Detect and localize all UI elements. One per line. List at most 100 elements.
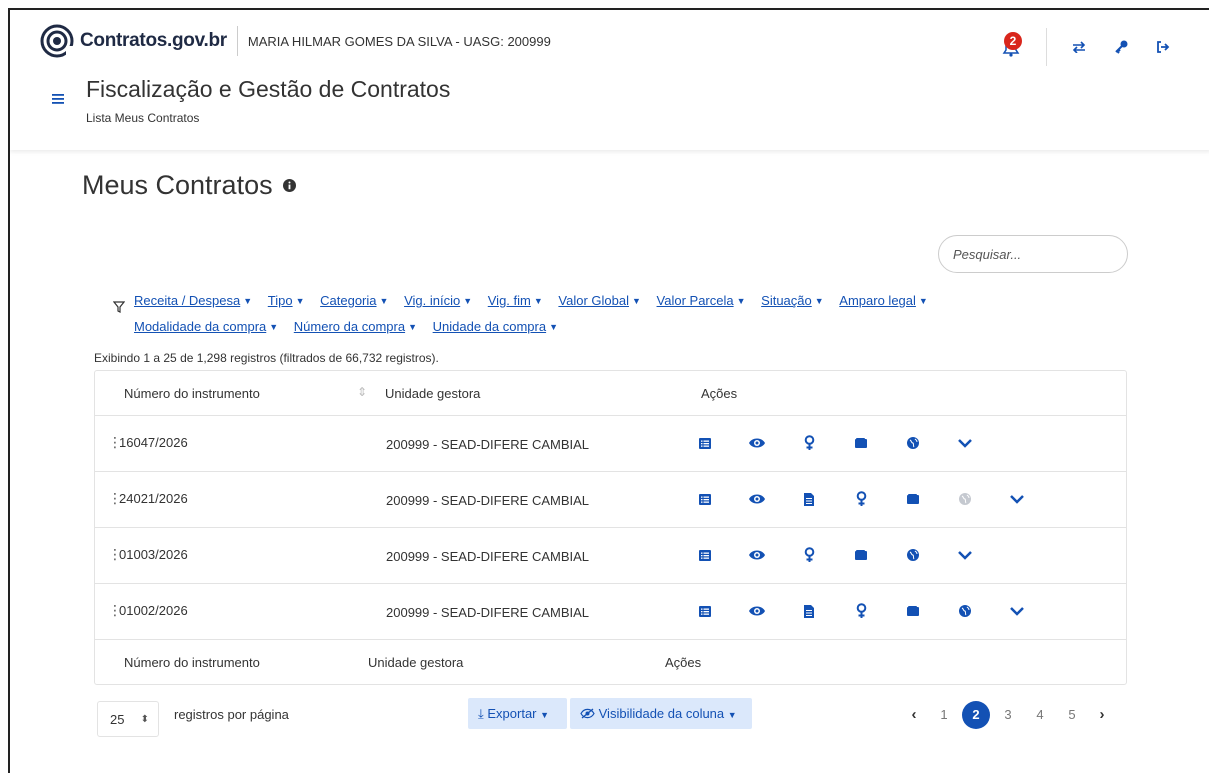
filter-tipo[interactable]: Tipo ▼ <box>268 288 305 314</box>
logo-divider <box>236 26 238 56</box>
per-page-select[interactable]: 25 ⬍ <box>97 701 159 737</box>
filter-situacao[interactable]: Situação ▼ <box>761 288 824 314</box>
list-icon[interactable] <box>696 544 714 566</box>
row-unidade: 200999 - SEAD-DIFERE CAMBIAL <box>386 437 590 452</box>
filter-valor-parcela[interactable]: Valor Parcela ▼ <box>657 288 746 314</box>
menu-toggle-button[interactable] <box>52 88 64 109</box>
filter-numero-compra[interactable]: Número da compra ▼ <box>294 314 417 340</box>
chevron-down-icon[interactable] <box>956 432 974 454</box>
page-link[interactable]: 3 <box>992 701 1024 729</box>
user-info: MARIA HILMAR GOMES DA SILVA - UASG: 2009… <box>247 33 551 49</box>
row-actions <box>696 488 1060 510</box>
app-window: Contratos.gov.br MARIA HILMAR GOMES DA S… <box>8 8 1209 773</box>
row-unidade: 200999 - SEAD-DIFERE CAMBIAL <box>386 549 590 564</box>
key-button[interactable] <box>1113 39 1129 55</box>
chevron-down-icon[interactable] <box>1008 600 1026 622</box>
page-link[interactable]: 1 <box>928 701 960 729</box>
wallet-icon[interactable] <box>852 432 870 454</box>
row-actions <box>696 600 1060 622</box>
female-icon[interactable] <box>800 544 818 566</box>
globe-icon <box>956 488 974 510</box>
globe-icon[interactable] <box>904 432 922 454</box>
section-title-text: Meus Contratos <box>82 170 273 200</box>
key-icon <box>1115 40 1128 54</box>
column-header-unidade[interactable]: Unidade gestora <box>385 386 480 401</box>
section-title: Meus Contratos <box>82 170 296 201</box>
download-icon: ⤓ <box>478 706 484 721</box>
column-visibility-button[interactable]: Visibilidade da coluna ▼ <box>570 698 752 729</box>
filter-icon <box>113 301 125 313</box>
eye-icon[interactable] <box>748 432 766 454</box>
table-row: ⋮ 01002/2026 200999 - SEAD-DIFERE CAMBIA… <box>95 584 1126 640</box>
filter-bar: Receita / Despesa ▼ Tipo ▼ Categoria ▼ Vig.… <box>134 288 1054 340</box>
female-icon[interactable] <box>852 488 870 510</box>
document-icon[interactable] <box>800 600 818 622</box>
list-icon[interactable] <box>696 488 714 510</box>
table-footer: Número do instrumento Unidade gestora Aç… <box>95 640 1126 685</box>
globe-icon[interactable] <box>956 600 974 622</box>
filter-valor-global[interactable]: Valor Global ▼ <box>558 288 641 314</box>
filter-modalidade-compra[interactable]: Modalidade da compra ▼ <box>134 314 278 340</box>
table-row: ⋮ 01003/2026 200999 - SEAD-DIFERE CAMBIA… <box>95 528 1126 584</box>
page-link[interactable]: 4 <box>1024 701 1056 729</box>
info-icon[interactable] <box>282 179 296 192</box>
prev-page-button[interactable]: ‹ <box>900 701 928 729</box>
row-actions <box>696 544 1008 566</box>
eye-icon[interactable] <box>748 488 766 510</box>
table-row: ⋮ 16047/2026 200999 - SEAD-DIFERE CAMBIA… <box>95 416 1126 472</box>
switch-icon <box>1072 41 1086 53</box>
chevron-down-icon[interactable] <box>956 544 974 566</box>
female-icon[interactable] <box>800 432 818 454</box>
list-icon[interactable] <box>696 432 714 454</box>
contracts-table: Número do instrumento ⇕ Unidade gestora … <box>94 370 1127 685</box>
per-page-value: 25 <box>110 712 125 727</box>
filter-unidade-compra[interactable]: Unidade da compra ▼ <box>433 314 558 340</box>
row-unidade: 200999 - SEAD-DIFERE CAMBIAL <box>386 493 590 508</box>
footer-acoes: Ações <box>665 655 702 670</box>
footer-unidade: Unidade gestora <box>368 655 464 670</box>
notification-badge: 2 <box>1004 32 1022 50</box>
wallet-icon[interactable] <box>852 544 870 566</box>
eye-slash-icon <box>580 708 595 719</box>
list-icon[interactable] <box>696 600 714 622</box>
caret-down-icon: ▼ <box>540 710 550 720</box>
filter-amparo-legal[interactable]: Amparo legal ▼ <box>839 288 928 314</box>
filter-receita-despesa[interactable]: Receita / Despesa ▼ <box>134 288 252 314</box>
logo[interactable]: Contratos.gov.br MARIA HILMAR GOMES DA S… <box>40 24 551 58</box>
footer-numero: Número do instrumento <box>124 655 260 670</box>
document-icon[interactable] <box>800 488 818 510</box>
filter-vig-inicio[interactable]: Vig. início ▼ <box>404 288 472 314</box>
row-numero: 16047/2026 <box>119 435 188 450</box>
per-page-label: registros por página <box>174 707 289 722</box>
next-page-button[interactable]: › <box>1088 701 1116 729</box>
switch-button[interactable] <box>1071 39 1087 55</box>
search-input[interactable] <box>938 235 1128 273</box>
header-divider <box>1046 28 1047 66</box>
logo-icon <box>40 24 74 58</box>
column-header-numero[interactable]: Número do instrumento <box>124 386 260 401</box>
chevron-down-icon[interactable] <box>1008 488 1026 510</box>
sort-icon[interactable]: ⇕ <box>357 385 367 399</box>
current-page[interactable]: 2 <box>962 701 990 729</box>
filter-categoria[interactable]: Categoria ▼ <box>320 288 388 314</box>
page-title: Fiscalização e Gestão de Contratos <box>86 76 451 102</box>
column-header-acoes: Ações <box>701 386 738 401</box>
notifications-button[interactable]: 2 <box>1000 32 1024 60</box>
eye-icon[interactable] <box>748 544 766 566</box>
export-button[interactable]: ⤓ Exportar ▼ <box>468 698 567 729</box>
logout-icon <box>1157 41 1170 53</box>
eye-icon[interactable] <box>748 600 766 622</box>
header-actions: 2 <box>1000 28 1171 66</box>
female-icon[interactable] <box>852 600 870 622</box>
logo-text: Contratos.gov.br <box>80 30 227 51</box>
top-header: Contratos.gov.br MARIA HILMAR GOMES DA S… <box>10 10 1209 150</box>
wallet-icon[interactable] <box>904 488 922 510</box>
records-info: Exibindo 1 a 25 de 1,298 registros (filt… <box>94 351 439 365</box>
pagination: ‹ 1 2 3 4 5 › <box>900 701 1116 729</box>
page-link[interactable]: 5 <box>1056 701 1088 729</box>
wallet-icon[interactable] <box>904 600 922 622</box>
filter-vig-fim[interactable]: Vig. fim ▼ <box>488 288 543 314</box>
globe-icon[interactable] <box>904 544 922 566</box>
logout-button[interactable] <box>1155 39 1171 55</box>
hamburger-icon <box>52 94 64 104</box>
